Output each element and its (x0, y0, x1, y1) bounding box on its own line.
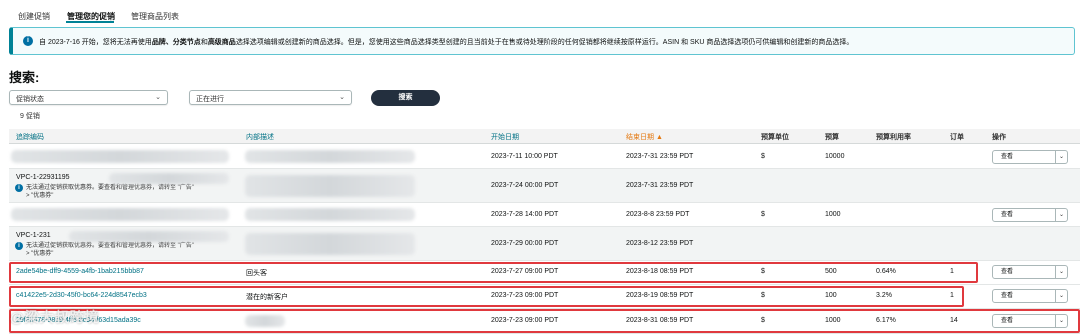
action-dropdown[interactable]: 查看 ⌄ (992, 314, 1068, 328)
chevron-down-icon[interactable]: ⌄ (1055, 208, 1068, 222)
start-date: 2023-7-29 00:00 PDT (491, 240, 559, 247)
result-count: 9 促销 (20, 113, 40, 120)
filter-value-text: 正在进行 (196, 96, 224, 103)
end-date: 2023-8-19 08:59 PDT (626, 292, 694, 299)
end-date: 2023-8-18 08:59 PDT (626, 268, 694, 275)
chevron-down-icon: ⌄ (339, 94, 345, 101)
action-dropdown[interactable]: 查看 ⌄ (992, 289, 1068, 303)
search-button[interactable]: 搜索 (371, 90, 440, 106)
end-date: 2023-7-31 23:59 PDT (626, 153, 694, 160)
tracking-code-link[interactable]: 2ade54be-dff9-4559-a4fb-1bab215bbb87 (16, 268, 144, 275)
budget-utilization: 0.64% (876, 268, 896, 275)
info-icon: i (15, 242, 23, 250)
tab-bar: 创建促销 管理您的促销 管理商品列表 (0, 0, 1080, 24)
watermark: @梁大叔跨境 (10, 309, 100, 325)
redacted-tracking (109, 173, 229, 184)
tab-manage-product-list[interactable]: 管理商品列表 (131, 11, 179, 22)
end-date: 2023-7-31 23:59 PDT (626, 182, 694, 189)
redacted-description (245, 233, 415, 255)
col-internal-description[interactable]: 内部描述 (246, 132, 274, 142)
start-date: 2023-7-27 09:00 PDT (491, 268, 559, 275)
filter-field-select[interactable]: 促销状态 ⌄ (9, 90, 168, 105)
budget-unit: $ (761, 292, 765, 299)
tracking-code-link[interactable]: c41422e5-2d30-45f0-bc64-224d8547ecb3 (16, 292, 147, 299)
coupon-notice: 无法通过促销获取优惠券。要查看和管理优惠券，请转至 "广告" > "优惠券" (26, 243, 194, 257)
budget: 1000 (825, 317, 841, 324)
budget-utilization: 3.2% (876, 292, 892, 299)
redacted-description (245, 175, 415, 197)
tab-create-promotion[interactable]: 创建促销 (18, 11, 50, 22)
table-row: VPC-1-22931195 i 无法通过促销获取优惠券。要查看和管理优惠券，请… (9, 169, 1080, 203)
view-button[interactable]: 查看 (992, 289, 1056, 303)
col-end-date[interactable]: 结束日期 ▲ (626, 132, 663, 142)
col-actions: 操作 (992, 134, 1006, 141)
tracking-code: VPC-1-231 (16, 232, 51, 239)
chevron-down-icon[interactable]: ⌄ (1055, 150, 1068, 164)
banner-message: 自 2023-7-16 开始，您将无法再使用品牌、分类节点和高级商品选择选项编辑… (39, 39, 854, 46)
end-date: 2023-8-31 08:59 PDT (626, 317, 694, 324)
start-date: 2023-7-24 00:00 PDT (491, 182, 559, 189)
col-budget-unit: 预算单位 (761, 134, 789, 141)
budget: 500 (825, 268, 837, 275)
end-date: 2023-8-8 23:59 PDT (626, 211, 690, 218)
info-banner: i 自 2023-7-16 开始，您将无法再使用品牌、分类节点和高级商品选择选项… (9, 27, 1075, 55)
table-row: c41422e5-2d30-45f0-bc64-224d8547ecb3 潜在的… (9, 285, 1080, 309)
redacted-tracking (69, 231, 229, 242)
info-icon: i (15, 184, 23, 192)
filter-field-value: 促销状态 (16, 96, 44, 103)
internal-description: 回头客 (246, 270, 267, 277)
info-icon: i (23, 36, 33, 46)
table-header: 追踪编码 内部描述 开始日期 结束日期 ▲ 预算单位 预算 预算利用率 订单 操… (9, 129, 1080, 144)
budget-unit: $ (761, 211, 765, 218)
chevron-down-icon[interactable]: ⌄ (1055, 289, 1068, 303)
action-dropdown[interactable]: 查看 ⌄ (992, 208, 1068, 222)
start-date: 2023-7-11 10:00 PDT (491, 153, 558, 160)
budget-unit: $ (761, 268, 765, 275)
redacted-description (245, 208, 415, 221)
internal-description: 潜在的新客户 (246, 294, 288, 301)
redacted-tracking (11, 150, 229, 163)
chevron-down-icon[interactable]: ⌄ (1055, 314, 1068, 328)
chevron-down-icon: ⌄ (155, 94, 161, 101)
view-button[interactable]: 查看 (992, 208, 1056, 222)
order-count: 1 (950, 268, 954, 275)
view-button[interactable]: 查看 (992, 150, 1056, 164)
budget-unit: $ (761, 317, 765, 324)
budget: 100 (825, 292, 837, 299)
action-dropdown[interactable]: 查看 ⌄ (992, 265, 1068, 279)
filter-value-select[interactable]: 正在进行 ⌄ (189, 90, 352, 105)
table-row: VPC-1-231 i 无法通过促销获取优惠券。要查看和管理优惠券，请转至 "广… (9, 227, 1080, 261)
chevron-down-icon[interactable]: ⌄ (1055, 265, 1068, 279)
budget-utilization: 6.17% (876, 317, 896, 324)
end-date: 2023-8-12 23:59 PDT (626, 240, 694, 247)
budget: 1000 (825, 211, 841, 218)
view-button[interactable]: 查看 (992, 314, 1056, 328)
start-date: 2023-7-23 09:00 PDT (491, 292, 559, 299)
table-row: 29f38478-98c9-4ff6-8c94-f63d15ada39c 202… (9, 309, 1080, 334)
redacted-tracking (11, 208, 229, 221)
search-heading: 搜索: (9, 70, 40, 85)
coupon-notice: 无法通过促销获取优惠券。要查看和管理优惠券，请转至 "广告" > "优惠券" (26, 185, 194, 199)
budget-unit: $ (761, 153, 765, 160)
col-tracking-code[interactable]: 追踪编码 (16, 132, 44, 142)
view-button[interactable]: 查看 (992, 265, 1056, 279)
budget: 10000 (825, 153, 845, 160)
order-count: 14 (950, 317, 958, 324)
col-budget-utilization: 预算利用率 (876, 134, 911, 141)
tracking-code: VPC-1-22931195 (16, 174, 70, 181)
table-row: 2023-7-28 14:00 PDT 2023-8-8 23:59 PDT $… (9, 203, 1080, 227)
col-budget: 预算 (825, 134, 839, 141)
col-start-date[interactable]: 开始日期 (491, 132, 519, 142)
order-count: 1 (950, 292, 954, 299)
start-date: 2023-7-23 09:00 PDT (491, 317, 559, 324)
redacted-description (245, 150, 415, 163)
col-orders: 订单 (950, 134, 964, 141)
table-row: 2ade54be-dff9-4559-a4fb-1bab215bbb87 回头客… (9, 261, 1080, 285)
redacted-description (245, 315, 285, 327)
table-row: 2023-7-11 10:00 PDT 2023-7-31 23:59 PDT … (9, 145, 1080, 169)
start-date: 2023-7-28 14:00 PDT (491, 211, 559, 218)
active-tab-indicator (66, 21, 114, 23)
action-dropdown[interactable]: 查看 ⌄ (992, 150, 1068, 164)
